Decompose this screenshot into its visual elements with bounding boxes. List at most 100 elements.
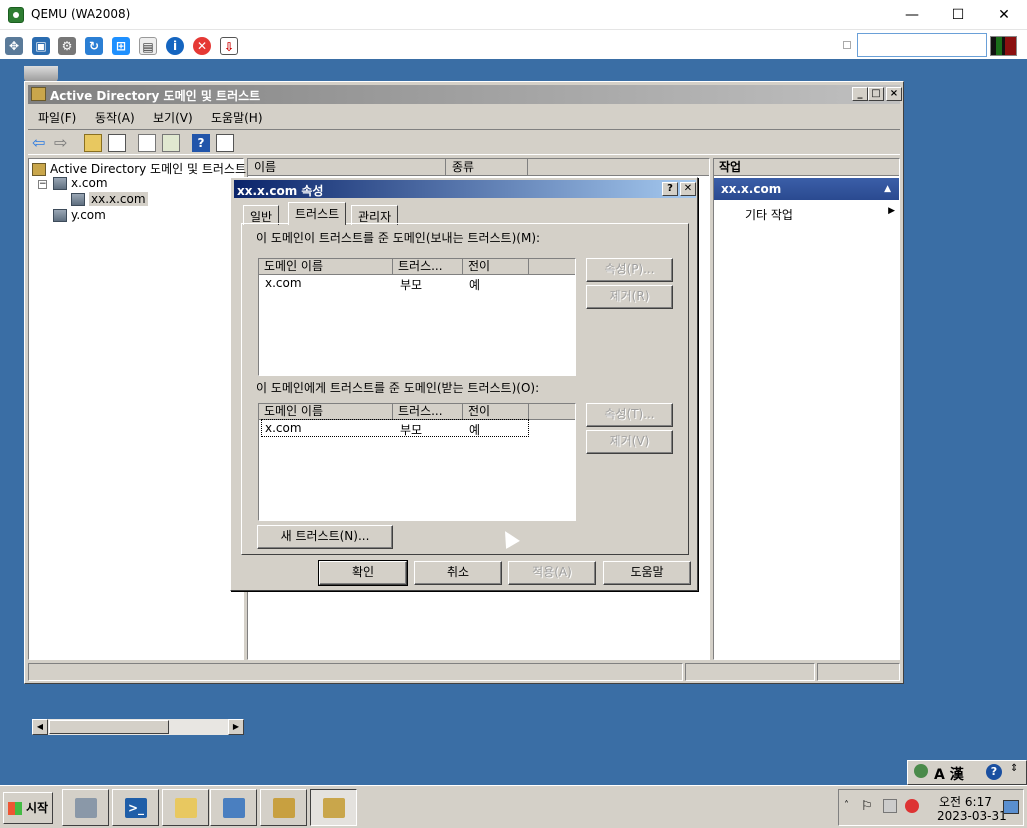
taskbar-control-panel[interactable] [210, 789, 257, 826]
menu-action[interactable]: 동작(A) [95, 109, 135, 126]
scroll-left-icon[interactable]: ◀ [32, 719, 48, 735]
help-button[interactable]: 도움말 [603, 561, 691, 585]
mmc-maximize-button[interactable]: □ [868, 87, 884, 101]
domain-icon [71, 193, 85, 206]
screenshot-icon[interactable]: ▤ [139, 37, 157, 55]
properties-icon[interactable] [138, 134, 156, 152]
actions-section[interactable]: xx.x.com ▲ [714, 178, 899, 200]
help-icon[interactable]: ? [192, 134, 210, 152]
tree-node-xx-x-com[interactable]: xx.x.com [71, 192, 148, 206]
incoming-trusts-label: 이 도메인에게 트러스트를 준 도메인(받는 트러스트)(O): [256, 381, 540, 395]
taskbar-ad-domains[interactable] [310, 789, 357, 826]
books-icon [273, 798, 295, 818]
taskbar-books[interactable] [260, 789, 307, 826]
color-indicator-icon[interactable] [990, 36, 1017, 56]
gear-icon[interactable]: ⚙ [58, 37, 76, 55]
clock-date[interactable]: 2023-03-31 [937, 809, 1007, 823]
ime-icon[interactable] [914, 764, 928, 778]
refresh-icon[interactable]: ↻ [85, 37, 103, 55]
show-desktop-icon[interactable] [1003, 800, 1019, 814]
col-trust-type[interactable]: 트러스... [393, 404, 463, 420]
taskbar-powershell[interactable]: >_ [112, 789, 159, 826]
export-list-icon[interactable] [162, 134, 180, 152]
mmc-toolbar: ⇦ ⇨ ? [28, 129, 900, 155]
back-icon[interactable]: ⇦ [32, 134, 50, 152]
mmc-menubar: 파일(F) 동작(A) 보기(V) 도움말(H) [28, 106, 900, 126]
menu-view[interactable]: 보기(V) [153, 109, 193, 126]
recycle-bin-icon[interactable] [24, 66, 58, 82]
tree-node-y-com[interactable]: y.com [53, 208, 106, 222]
column-header-type[interactable]: 종류 [446, 159, 528, 176]
outgoing-remove-button[interactable]: 제거(R) [586, 285, 673, 309]
close-button[interactable]: ✕ [981, 0, 1027, 30]
outgoing-trusts-list[interactable]: 도메인 이름 트러스... 전이 x.com 부모 예 [258, 258, 576, 376]
tree-root[interactable]: Active Directory 도메인 및 트러스트 [32, 160, 246, 177]
cancel-button[interactable]: 취소 [414, 561, 502, 585]
incoming-row-focus[interactable] [261, 419, 529, 437]
info-icon[interactable]: i [166, 37, 184, 55]
col-domain-name[interactable]: 도메인 이름 [259, 404, 393, 420]
toolbar-checkbox[interactable] [843, 41, 851, 49]
ok-button[interactable]: 확인 [318, 560, 408, 586]
col-transitive[interactable]: 전이 [463, 259, 529, 275]
forward-icon[interactable]: ⇨ [54, 134, 72, 152]
ime-help-icon[interactable]: ? [986, 764, 1002, 780]
taskbar-explorer[interactable] [162, 789, 209, 826]
shutdown-icon[interactable]: ⇩ [220, 37, 238, 55]
mmc-close-button[interactable]: × [886, 87, 902, 101]
tab-general[interactable]: 일반 [243, 205, 280, 225]
new-trust-button[interactable]: 새 트러스트(N)... [257, 525, 393, 549]
incoming-row-domain[interactable]: x.com [265, 421, 302, 435]
mouse-icon[interactable]: ✥ [5, 37, 23, 55]
ad-domains-icon [32, 163, 46, 176]
col-domain-name[interactable]: 도메인 이름 [259, 259, 393, 275]
scroll-thumb[interactable] [49, 720, 169, 734]
fullscreen-icon[interactable]: ▣ [32, 37, 50, 55]
outgoing-properties-button[interactable]: 속성(P)... [586, 258, 673, 282]
incoming-properties-button[interactable]: 속성(T)... [586, 403, 673, 427]
windows-flag-icon [8, 802, 22, 815]
mmc-minimize-button[interactable]: _ [852, 87, 868, 101]
more-actions-item[interactable]: 기타 작업 ▶ [745, 206, 895, 223]
host-search-input[interactable] [857, 33, 987, 57]
dialog-close-button[interactable]: ✕ [680, 182, 696, 196]
tree-node-x-com[interactable]: x.com [53, 176, 108, 190]
incoming-trusts-list[interactable]: 도메인 이름 트러스... 전이 x.com 부모 예 [258, 403, 576, 521]
tree-horizontal-scrollbar[interactable]: ◀ ▶ [32, 719, 244, 735]
ime-mode-label[interactable]: A 漢 [934, 764, 964, 784]
tab-managed-by[interactable]: 관리자 [351, 205, 399, 225]
tree-pane: Active Directory 도메인 및 트러스트 − x.com xx.x… [28, 158, 246, 735]
column-header-name[interactable]: 이름 [248, 159, 446, 176]
scroll-right-icon[interactable]: ▶ [228, 719, 244, 735]
status-panel-main [28, 663, 683, 681]
langbar-options-icon[interactable]: ⇕ [1010, 763, 1018, 774]
tray-expand-icon[interactable]: ˄ [844, 800, 849, 811]
apply-button[interactable]: 적용(A) [508, 561, 596, 585]
outgoing-row-domain[interactable]: x.com [265, 276, 302, 290]
menu-help[interactable]: 도움말(H) [211, 109, 263, 126]
action-pane-icon[interactable] [216, 134, 234, 152]
maximize-button[interactable]: ☐ [935, 0, 981, 30]
actions-header: 작업 [714, 159, 899, 176]
network-icon[interactable] [883, 799, 897, 813]
up-folder-icon[interactable] [84, 134, 102, 152]
tab-trusts[interactable]: 트러스트 [288, 202, 347, 225]
col-transitive[interactable]: 전이 [463, 404, 529, 420]
collapse-toggle[interactable]: − [38, 180, 47, 189]
dialog-help-button[interactable]: ? [662, 182, 678, 196]
show-tree-icon[interactable] [108, 134, 126, 152]
dialog-titlebar: xx.x.com 속성 ? ✕ [234, 180, 696, 198]
incoming-row-transitive: 예 [469, 423, 481, 437]
clock-time[interactable]: 오전 6:17 [939, 793, 992, 810]
volume-muted-icon[interactable] [905, 799, 919, 813]
windows-key-icon[interactable]: ⊞ [112, 37, 130, 55]
col-trust-type[interactable]: 트러스... [393, 259, 463, 275]
start-button[interactable]: 시작 [3, 792, 53, 824]
menu-file[interactable]: 파일(F) [38, 109, 76, 126]
flag-icon[interactable]: ⚐ [861, 799, 873, 814]
incoming-remove-button[interactable]: 제거(V) [586, 430, 673, 454]
minimize-button[interactable]: — [889, 0, 935, 30]
stop-icon[interactable]: ✕ [193, 37, 211, 55]
taskbar-server-manager[interactable] [62, 789, 109, 826]
collapse-up-icon[interactable]: ▲ [884, 178, 891, 200]
